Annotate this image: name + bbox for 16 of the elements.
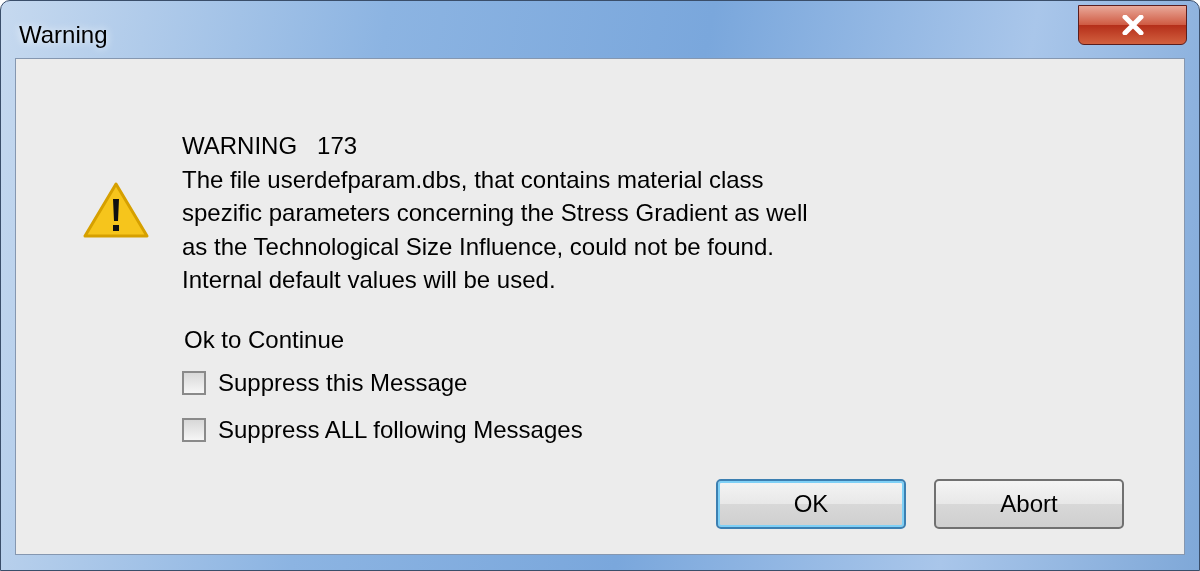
message-line: spezific parameters concerning the Stress Gradient as well bbox=[182, 198, 808, 228]
message-line: Internal default values will be used. bbox=[182, 265, 557, 295]
abort-button[interactable]: Abort bbox=[934, 479, 1124, 529]
prompt-text: Ok to Continue bbox=[184, 325, 346, 354]
checkbox[interactable] bbox=[182, 418, 206, 442]
checkbox-label: Suppress ALL following Messages bbox=[218, 416, 583, 444]
checkbox[interactable] bbox=[182, 371, 206, 395]
message-line: The file userdefparam.dbs, that contains material class bbox=[182, 164, 765, 195]
close-icon bbox=[1121, 15, 1144, 35]
ok-button[interactable]: OK bbox=[716, 479, 906, 529]
checkbox-label: Suppress this Message bbox=[218, 369, 468, 397]
window-title: Warning bbox=[19, 21, 108, 49]
warning-icon bbox=[82, 181, 150, 239]
warning-heading: WARNING 173 bbox=[182, 131, 359, 161]
message-line: as the Technological Size Influence, could not be found. bbox=[182, 231, 775, 262]
close-button[interactable] bbox=[1078, 5, 1187, 45]
